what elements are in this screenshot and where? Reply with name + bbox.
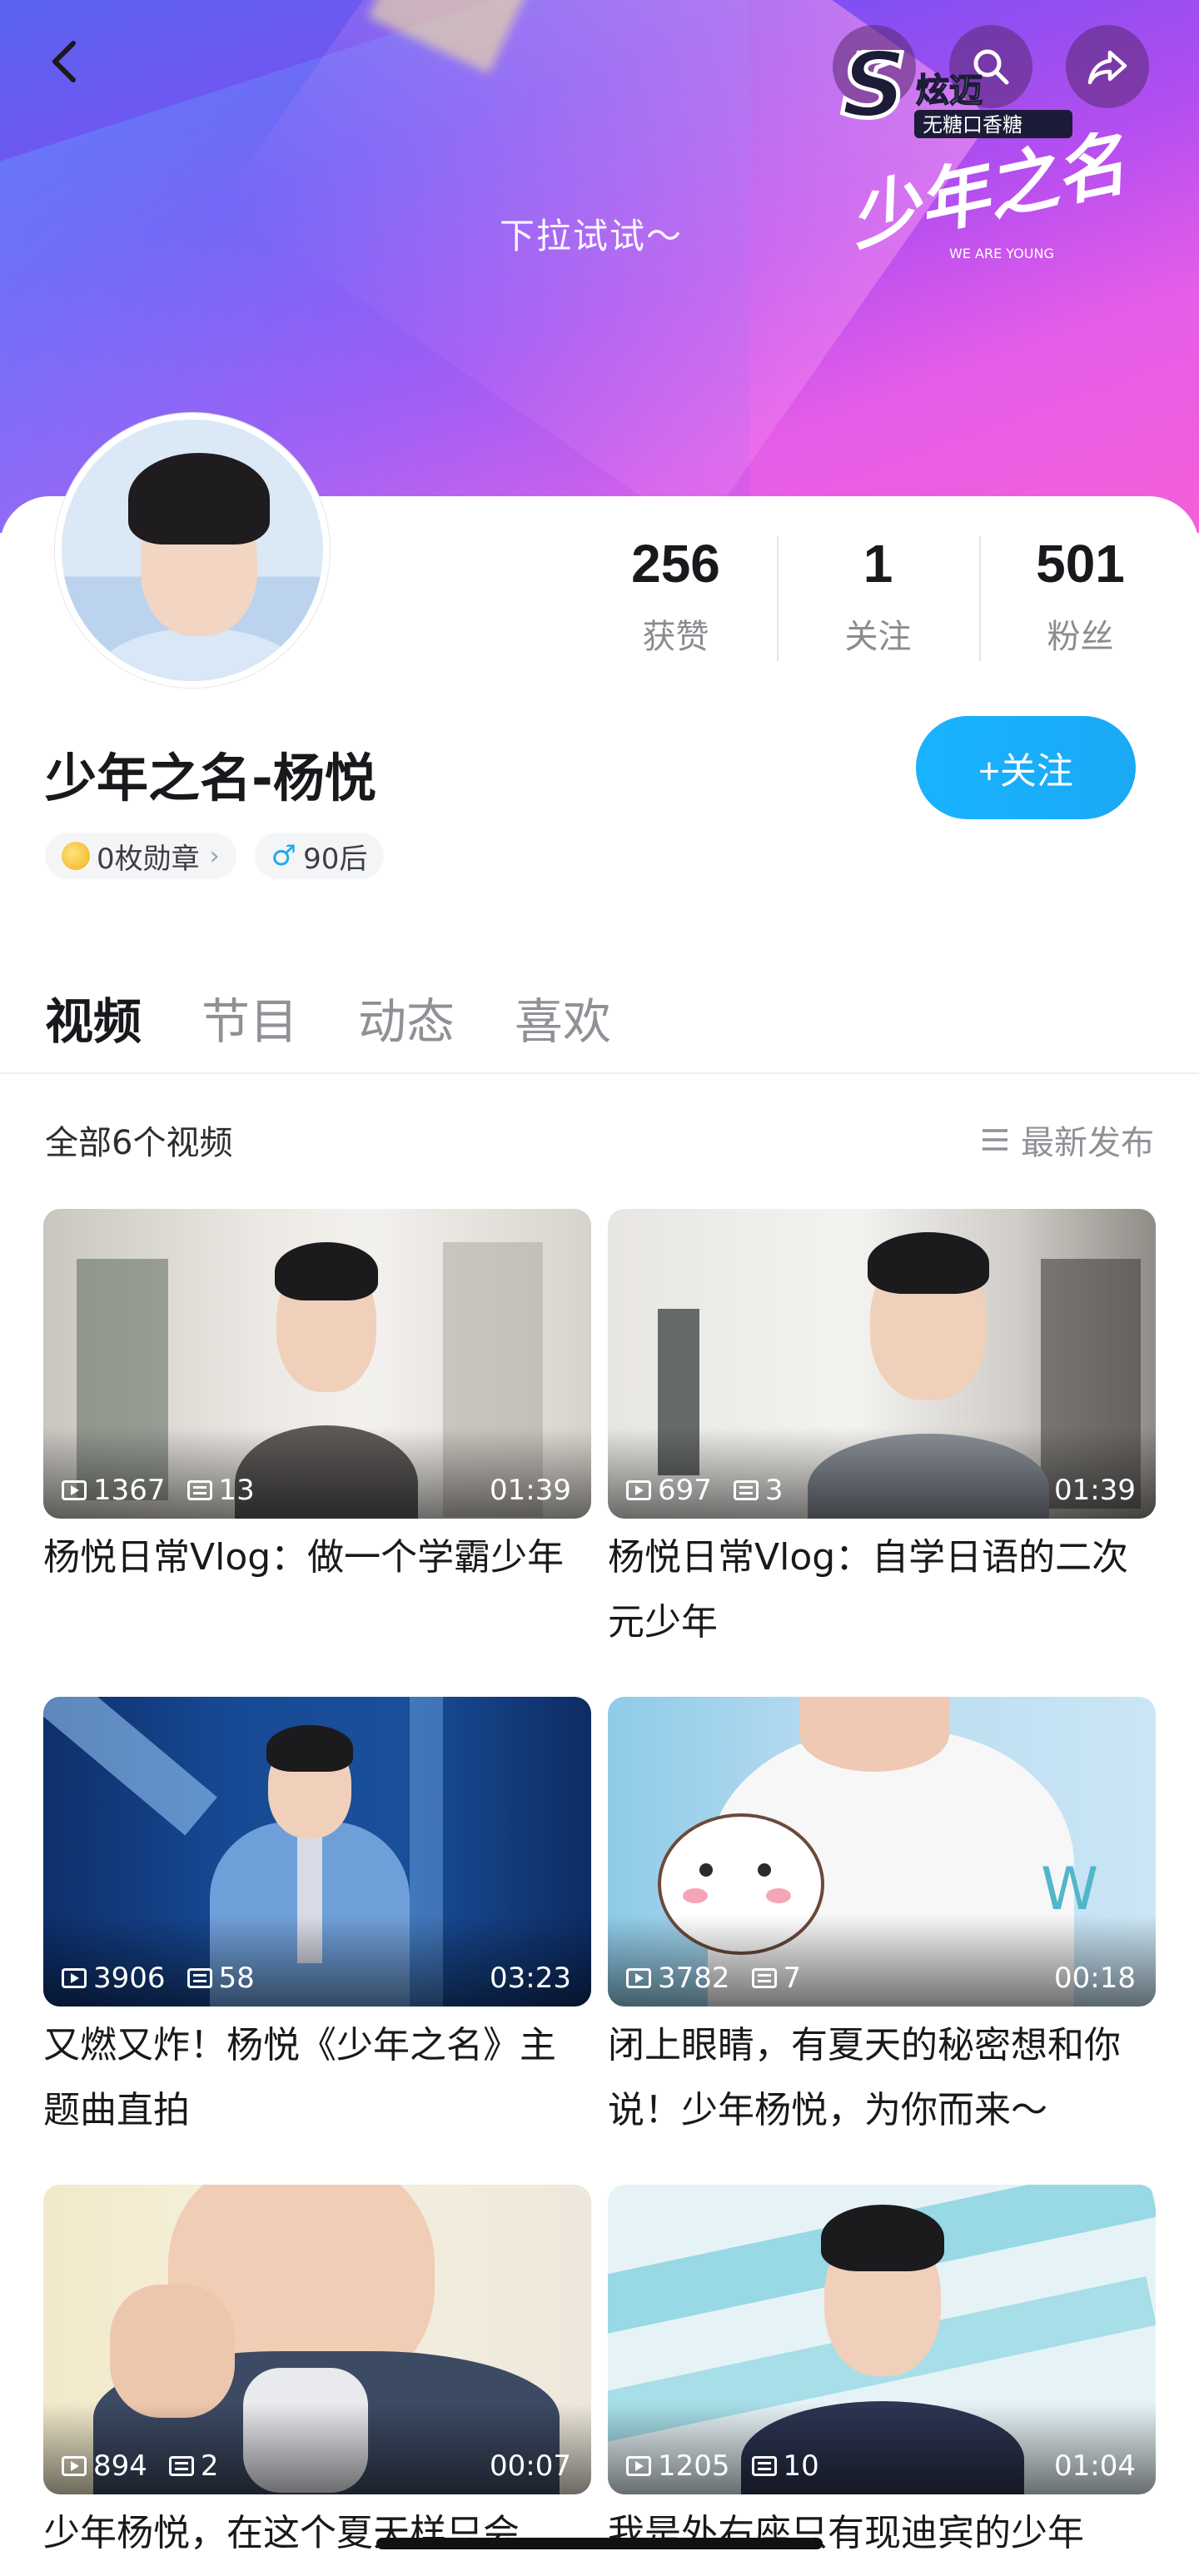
- logo-show-title: 少年之名: [842, 122, 1136, 261]
- stat-label: 粉丝: [1047, 618, 1114, 656]
- video-title[interactable]: 杨悦日常Vlog：做一个学霸少年: [43, 1525, 585, 1658]
- logo-brand: 炫迈: [916, 72, 983, 110]
- chevron-right-icon: ›: [209, 841, 220, 871]
- video-card[interactable]: 1205 10 01:04 我是外右座只有现迪宾的少年: [608, 2185, 1156, 2576]
- profile-name: 少年之名-杨悦: [45, 748, 376, 808]
- danmaku-count: 58: [218, 1962, 255, 1995]
- view-count: 1367: [93, 1474, 166, 1507]
- view-count: 697: [658, 1474, 712, 1507]
- medals-label: 0枚勋章: [97, 842, 200, 876]
- play-count-icon: [626, 1968, 651, 1988]
- video-duration: 01:39: [490, 1474, 571, 1507]
- tab-activity[interactable]: 动态: [358, 982, 455, 1052]
- avatar[interactable]: [55, 413, 330, 688]
- video-duration: 00:07: [490, 2449, 571, 2483]
- back-arrow-icon: [52, 41, 76, 82]
- stat-value: 501: [1036, 534, 1125, 594]
- tab-likes[interactable]: 喜欢: [515, 982, 611, 1052]
- medal-icon: [62, 842, 90, 870]
- sort-label: 最新发布: [1021, 1124, 1154, 1162]
- danmaku-icon: [168, 2456, 194, 2476]
- profile-tabs: 视频 节目 动态 喜欢: [45, 982, 611, 1052]
- age-label: 90后: [303, 842, 368, 876]
- danmaku-icon: [187, 1480, 212, 1500]
- video-thumbnail[interactable]: W 3782 7 00:18: [608, 1697, 1156, 2007]
- sort-button[interactable]: 最新发布: [981, 1116, 1154, 1164]
- danmaku-count: 13: [218, 1474, 255, 1507]
- logo-brand-sub: 无糖口香糖: [923, 113, 1022, 137]
- video-card[interactable]: W 3782 7 00:18 闭上眼睛，有夏天的秘密想和你说！少年杨悦，为你而来…: [608, 1697, 1156, 2185]
- video-title[interactable]: 杨悦日常Vlog：自学日语的二次元少年: [608, 1525, 1149, 1658]
- video-thumbnail[interactable]: 697 3 01:39: [608, 1209, 1156, 1519]
- tab-programs[interactable]: 节目: [201, 982, 298, 1052]
- show-logo: S 炫迈 无糖口香糖 少年之名 WE ARE YOUNG: [816, 30, 1166, 266]
- stat-value: 1: [863, 534, 893, 594]
- stat-label: 获赞: [642, 618, 709, 656]
- video-title[interactable]: 闭上眼睛，有夏天的秘密想和你说！少年杨悦，为你而来～: [608, 2013, 1149, 2146]
- video-count: 全部6个视频: [45, 1124, 233, 1162]
- male-icon: ♂: [271, 839, 297, 873]
- view-count: 1205: [658, 2449, 730, 2483]
- danmaku-icon: [751, 2456, 777, 2476]
- stat-followers[interactable]: 501 粉丝: [979, 525, 1182, 674]
- danmaku-count: 3: [764, 1474, 784, 1507]
- stat-likes[interactable]: 256 获赞: [575, 525, 777, 674]
- video-card[interactable]: 697 3 01:39 杨悦日常Vlog：自学日语的二次元少年: [608, 1209, 1156, 1697]
- video-duration: 01:39: [1054, 1474, 1136, 1507]
- danmaku-count: 10: [783, 2449, 819, 2483]
- view-count: 3906: [93, 1962, 166, 1995]
- video-card[interactable]: 1367 13 01:39 杨悦日常Vlog：做一个学霸少年: [43, 1209, 591, 1697]
- danmaku-icon: [187, 1968, 212, 1988]
- danmaku-icon: [751, 1968, 777, 1988]
- video-title[interactable]: 又燃又炸！杨悦《少年之名》主题曲直拍: [43, 2013, 585, 2146]
- view-count: 3782: [658, 1962, 730, 1995]
- play-count-icon: [62, 1480, 87, 1500]
- play-count-icon: [626, 2456, 651, 2476]
- age-tag: ♂ 90后: [254, 833, 385, 879]
- play-count-icon: [62, 2456, 87, 2476]
- svg-text:S: S: [841, 50, 907, 138]
- tab-videos[interactable]: 视频: [45, 982, 142, 1052]
- divider: [0, 1072, 1199, 1074]
- view-count: 894: [93, 2449, 147, 2483]
- stat-value: 256: [631, 534, 720, 594]
- video-grid: 1367 13 01:39 杨悦日常Vlog：做一个学霸少年 697 3 01:…: [43, 1209, 1156, 2576]
- video-thumbnail[interactable]: 3906 58 03:23: [43, 1697, 591, 2007]
- play-count-icon: [62, 1968, 87, 1988]
- video-duration: 00:18: [1054, 1962, 1136, 1995]
- video-thumbnail[interactable]: 894 2 00:07: [43, 2185, 591, 2494]
- video-thumbnail[interactable]: 1367 13 01:39: [43, 1209, 591, 1519]
- danmaku-count: 7: [783, 1962, 802, 1995]
- play-count-icon: [626, 1480, 651, 1500]
- video-duration: 01:04: [1054, 2449, 1136, 2483]
- pull-to-refresh-hint: 下拉试试～: [500, 216, 684, 256]
- danmaku-icon: [733, 1480, 759, 1500]
- video-card[interactable]: 894 2 00:07 少年杨悦，在这个夏天样只会: [43, 2185, 591, 2576]
- logo-show-en: WE ARE YOUNG: [949, 246, 1054, 261]
- back-button[interactable]: [40, 37, 90, 87]
- stat-following[interactable]: 1 关注: [777, 525, 979, 674]
- follow-button[interactable]: +关注: [916, 716, 1136, 819]
- home-indicator[interactable]: [376, 2538, 823, 2549]
- danmaku-count: 2: [200, 2449, 219, 2483]
- medals-tag[interactable]: 0枚勋章 ›: [45, 833, 236, 879]
- stat-label: 关注: [844, 618, 912, 656]
- video-thumbnail[interactable]: 1205 10 01:04: [608, 2185, 1156, 2494]
- list-icon: [983, 1129, 1007, 1151]
- video-card[interactable]: 3906 58 03:23 又燃又炸！杨悦《少年之名》主题曲直拍: [43, 1697, 591, 2185]
- profile-stats: 256 获赞 1 关注 501 粉丝: [575, 525, 1182, 674]
- video-duration: 03:23: [490, 1962, 571, 1995]
